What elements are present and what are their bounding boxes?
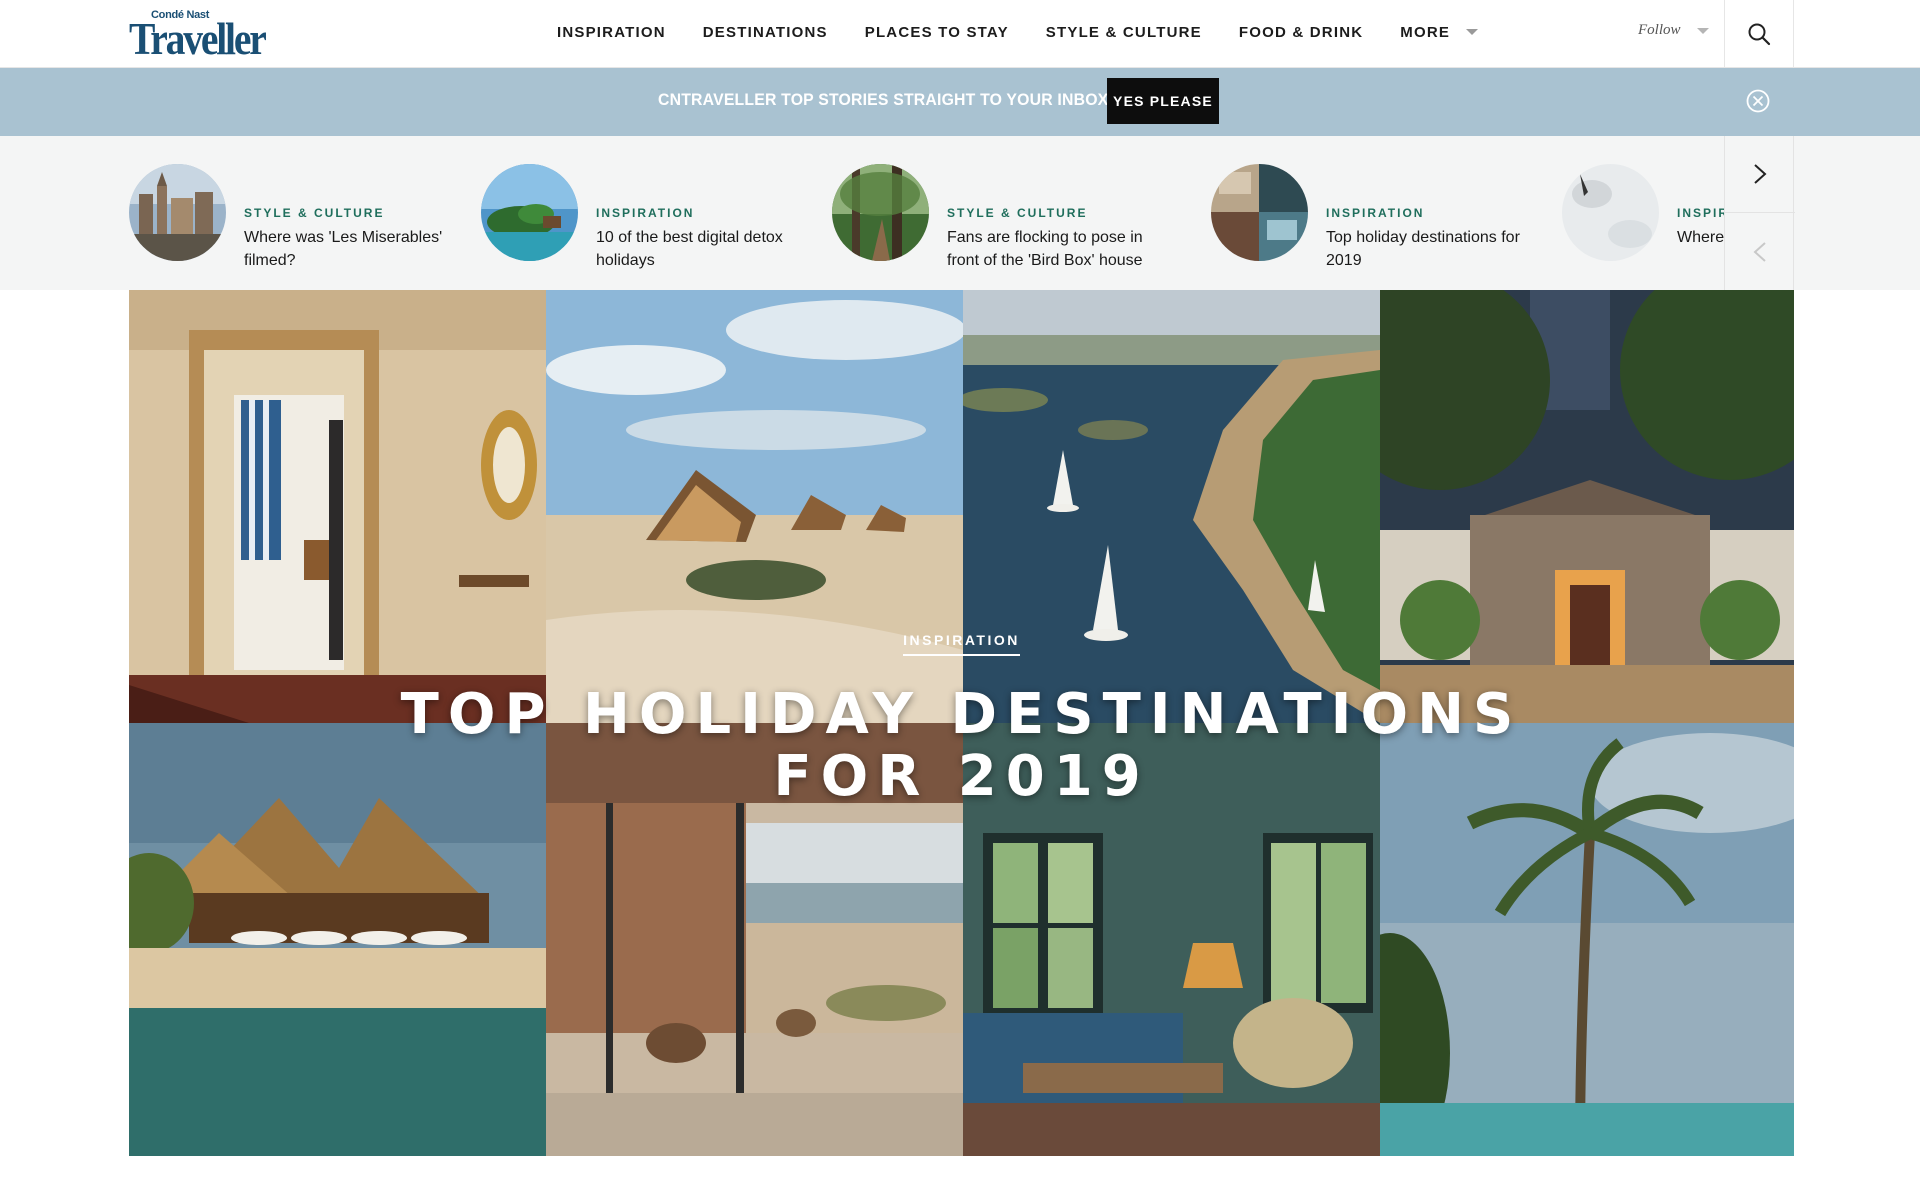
story-title: Fans are flocking to pose in front of th…	[947, 229, 1143, 269]
nav-more-label: MORE	[1400, 23, 1451, 41]
nav-item-inspiration[interactable]: INSPIRATION	[557, 24, 666, 41]
story-category: INSPIRATION	[1326, 206, 1425, 220]
nav-item-destinations[interactable]: DESTINATIONS	[703, 24, 828, 41]
caret-down-icon	[1466, 29, 1479, 35]
hero-category-link[interactable]: INSPIRATION	[903, 632, 1020, 656]
nav-item-style-culture[interactable]: STYLE & CULTURE	[1046, 24, 1202, 41]
follow-label: Follow	[1638, 22, 1681, 38]
hero-feature[interactable]: INSPIRATION TOP HOLIDAY DESTINATIONS FOR…	[129, 290, 1794, 1156]
main-nav: INSPIRATION DESTINATIONS PLACES TO STAY …	[557, 0, 1515, 64]
newsletter-prompt: CNTRAVELLER TOP STORIES STRAIGHT TO YOUR…	[658, 90, 1119, 109]
newsletter-banner: CNTRAVELLER TOP STORIES STRAIGHT TO YOUR…	[0, 68, 1920, 136]
story-thumbnail	[481, 164, 578, 261]
chevron-right-icon	[1754, 164, 1767, 184]
logo-wordmark: Traveller	[129, 14, 267, 64]
story-category: INSPIR	[1677, 206, 1730, 220]
caret-down-icon	[1696, 27, 1709, 34]
related-stories-strip: STYLE & CULTURE Where was 'Les Miserable…	[0, 136, 1920, 290]
site-header: Condé Nast Traveller INSPIRATION DESTINA…	[0, 0, 1920, 68]
site-logo[interactable]: Condé Nast Traveller	[129, 8, 267, 63]
next-stories-button[interactable]	[1725, 136, 1795, 213]
story-title: 10 of the best digital detox holidays	[596, 229, 783, 269]
previous-stories-button[interactable]	[1725, 213, 1795, 290]
hero-photo-interior-doorway	[129, 290, 546, 723]
hero-headline-line2: FOR 2019	[773, 744, 1150, 809]
chevron-left-icon	[1753, 241, 1766, 262]
search-button[interactable]	[1724, 0, 1794, 67]
story-category: STYLE & CULTURE	[947, 206, 1088, 220]
nav-item-more[interactable]: MORE	[1400, 23, 1479, 41]
hero-photo-hotel-courtyard	[1380, 290, 1794, 723]
story-thumbnail	[1562, 164, 1659, 261]
nav-item-food-drink[interactable]: FOOD & DRINK	[1239, 24, 1363, 41]
follow-dropdown[interactable]: Follow	[1638, 22, 1709, 39]
newsletter-signup-button[interactable]: YES PLEASE	[1107, 78, 1219, 124]
story-thumbnail	[129, 164, 226, 261]
close-circle-icon[interactable]	[1746, 89, 1770, 113]
search-icon	[1748, 23, 1771, 45]
hero-headline[interactable]: TOP HOLIDAY DESTINATIONS FOR 2019	[129, 684, 1794, 808]
hero-headline-line1: TOP HOLIDAY DESTINATIONS	[400, 682, 1523, 747]
story-thumbnail	[1211, 164, 1308, 261]
nav-item-places-to-stay[interactable]: PLACES TO STAY	[865, 24, 1009, 41]
story-title: Top holiday destinations for 2019	[1326, 229, 1520, 269]
hero-photo-river-sailboats	[963, 290, 1380, 723]
hero-photo-desert-lodges	[546, 290, 963, 723]
stories-carousel-controls	[1724, 136, 1795, 290]
story-category: STYLE & CULTURE	[244, 206, 385, 220]
story-thumbnail	[832, 164, 929, 261]
story-title: Where was 'Les Miserables' filmed?	[244, 229, 443, 269]
story-category: INSPIRATION	[596, 206, 695, 220]
